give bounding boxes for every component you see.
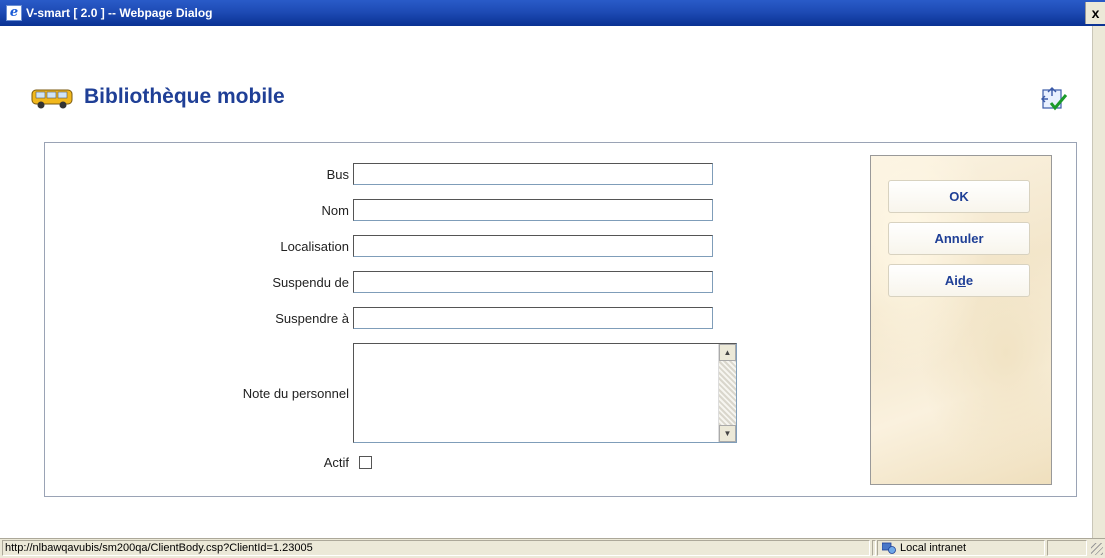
help-label-hotkey: d	[957, 273, 966, 288]
field-label: Suspendre à	[275, 310, 349, 326]
scroll-up-icon[interactable]: ▲	[719, 344, 736, 361]
button-panel: OK Annuler Ai d e	[870, 155, 1052, 485]
staff-note-textarea[interactable]: ▲ ▼	[353, 343, 737, 443]
close-button[interactable]: x	[1085, 2, 1105, 24]
status-bar: http://nlbawqavubis/sm200qa/ClientBody.c…	[0, 538, 1105, 557]
zone-label: Local intranet	[900, 542, 967, 554]
field-label: Note du personnel	[242, 385, 349, 401]
form-panel: Bus Nom Localisation Suspendu de Suspend…	[44, 142, 1077, 497]
ok-button[interactable]: OK	[888, 180, 1030, 213]
bus-icon	[30, 84, 76, 110]
name-input[interactable]	[353, 199, 713, 221]
page-heading: Bibliothèque mobile	[30, 82, 285, 112]
scroll-track[interactable]	[719, 361, 736, 425]
dialog-content: Bibliothèque mobile Bus Nom Localisation…	[0, 26, 1092, 538]
field-row-location: Localisation	[45, 235, 713, 257]
location-input[interactable]	[353, 235, 713, 257]
active-checkbox[interactable]	[359, 456, 372, 469]
field-row-suspend-to: Suspendre à	[45, 307, 713, 329]
intranet-icon	[881, 542, 896, 554]
scroll-down-icon[interactable]: ▼	[719, 425, 736, 442]
field-label: Bus	[326, 166, 349, 182]
field-row-suspended-from: Suspendu de	[45, 271, 713, 293]
window-title-bar: e V-smart [ 2.0 ] -- Webpage Dialog x	[0, 0, 1105, 26]
help-label-prefix: Ai	[944, 273, 958, 288]
field-label: Nom	[321, 202, 349, 218]
field-row-bus: Bus	[45, 163, 713, 185]
suspend-to-input[interactable]	[353, 307, 713, 329]
field-row-staff-note: Note du personnel ▲ ▼	[45, 343, 737, 443]
status-zone: Local intranet	[877, 540, 1045, 556]
suspended-from-input[interactable]	[353, 271, 713, 293]
field-label: Suspendu de	[272, 274, 349, 290]
apply-checkmark-icon[interactable]	[1040, 86, 1068, 114]
field-row-name: Nom	[45, 199, 713, 221]
status-segment	[1047, 540, 1087, 556]
field-row-active: Actif	[45, 455, 372, 470]
cancel-button[interactable]: Annuler	[888, 222, 1030, 255]
help-button[interactable]: Ai d e	[888, 264, 1030, 297]
ie-icon: e	[6, 5, 22, 21]
bus-input[interactable]	[353, 163, 713, 185]
status-url: http://nlbawqavubis/sm200qa/ClientBody.c…	[2, 540, 870, 556]
field-label: Actif	[323, 455, 349, 470]
window-title: V-smart [ 2.0 ] -- Webpage Dialog	[26, 6, 213, 20]
note-scrollbar[interactable]: ▲ ▼	[718, 344, 736, 442]
page-title: Bibliothèque mobile	[84, 85, 285, 108]
field-label: Localisation	[280, 238, 349, 254]
resize-grip-icon[interactable]	[1091, 543, 1103, 555]
help-label-suffix: e	[965, 273, 974, 288]
status-divider	[872, 540, 876, 556]
window-scroll-edge	[1092, 26, 1105, 538]
